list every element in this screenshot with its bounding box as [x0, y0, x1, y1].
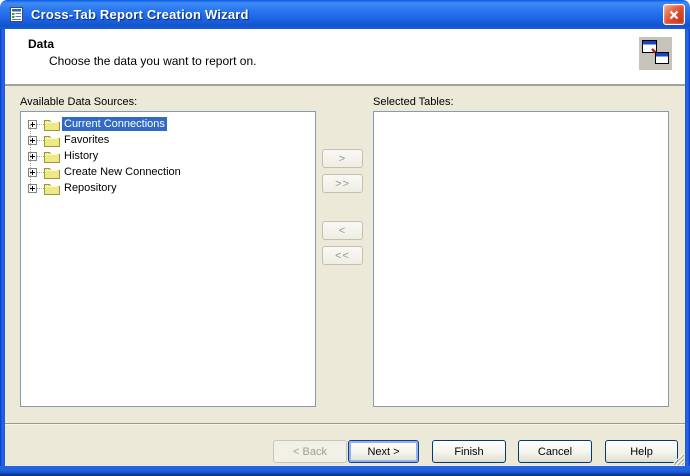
- tree-item-label[interactable]: History: [62, 149, 100, 163]
- folder-icon: [44, 134, 60, 147]
- add-all-button[interactable]: >>: [322, 174, 363, 193]
- resize-grip[interactable]: [671, 452, 684, 465]
- tree-item-repository[interactable]: Repository: [23, 180, 313, 196]
- tree-dotted-connector: [37, 171, 44, 173]
- tree-item-current-connections[interactable]: Current Connections: [23, 116, 313, 132]
- available-sources-tree[interactable]: Current Connections Favorites History Cr…: [20, 111, 316, 407]
- window-border-left: [0, 29, 5, 476]
- footer-separator: [5, 423, 685, 425]
- selected-tables-label: Selected Tables:: [373, 96, 454, 108]
- tree-item-label[interactable]: Create New Connection: [62, 165, 183, 179]
- remove-one-button[interactable]: <: [322, 221, 363, 240]
- crosstab-icon: [639, 37, 672, 70]
- tree-dotted-connector: [37, 139, 44, 141]
- tree-item-label[interactable]: Repository: [62, 181, 119, 195]
- next-button[interactable]: Next >: [348, 440, 419, 463]
- available-sources-label: Available Data Sources:: [20, 96, 138, 108]
- folder-icon: [44, 118, 60, 131]
- close-icon[interactable]: [663, 4, 685, 25]
- folder-icon: [44, 150, 60, 163]
- wizard-header: Data Choose the data you want to report …: [5, 29, 685, 84]
- titlebar[interactable]: Cross-Tab Report Creation Wizard: [0, 0, 690, 29]
- tree-item-label[interactable]: Current Connections: [62, 117, 167, 131]
- remove-all-button[interactable]: <<: [322, 246, 363, 265]
- tree-item-history[interactable]: History: [23, 148, 313, 164]
- finish-button[interactable]: Finish: [432, 440, 506, 463]
- folder-icon: [44, 166, 60, 179]
- step-title: Data: [28, 37, 55, 51]
- report-document-icon: [8, 6, 25, 23]
- help-button[interactable]: Help: [605, 440, 678, 463]
- window-title: Cross-Tab Report Creation Wizard: [31, 7, 249, 22]
- tree-connector-line: [30, 124, 31, 190]
- step-subtitle: Choose the data you want to report on.: [49, 54, 257, 68]
- tree-dotted-connector: [37, 155, 44, 157]
- tree-item-create-new-connection[interactable]: Create New Connection: [23, 164, 313, 180]
- tree-item-favorites[interactable]: Favorites: [23, 132, 313, 148]
- add-one-button[interactable]: >: [322, 149, 363, 168]
- tree-dotted-connector: [37, 123, 44, 125]
- cancel-button[interactable]: Cancel: [518, 440, 592, 463]
- header-separator: [0, 84, 690, 86]
- tree-item-label[interactable]: Favorites: [62, 133, 111, 147]
- wizard-dialog: Cross-Tab Report Creation Wizard Data Ch…: [0, 0, 690, 476]
- window-border-right: [685, 29, 690, 476]
- folder-icon: [44, 182, 60, 195]
- tree-dotted-connector: [37, 187, 44, 189]
- selected-tables-list[interactable]: [373, 111, 669, 407]
- back-button[interactable]: < Back: [273, 440, 347, 463]
- window-border-bottom: [0, 466, 690, 476]
